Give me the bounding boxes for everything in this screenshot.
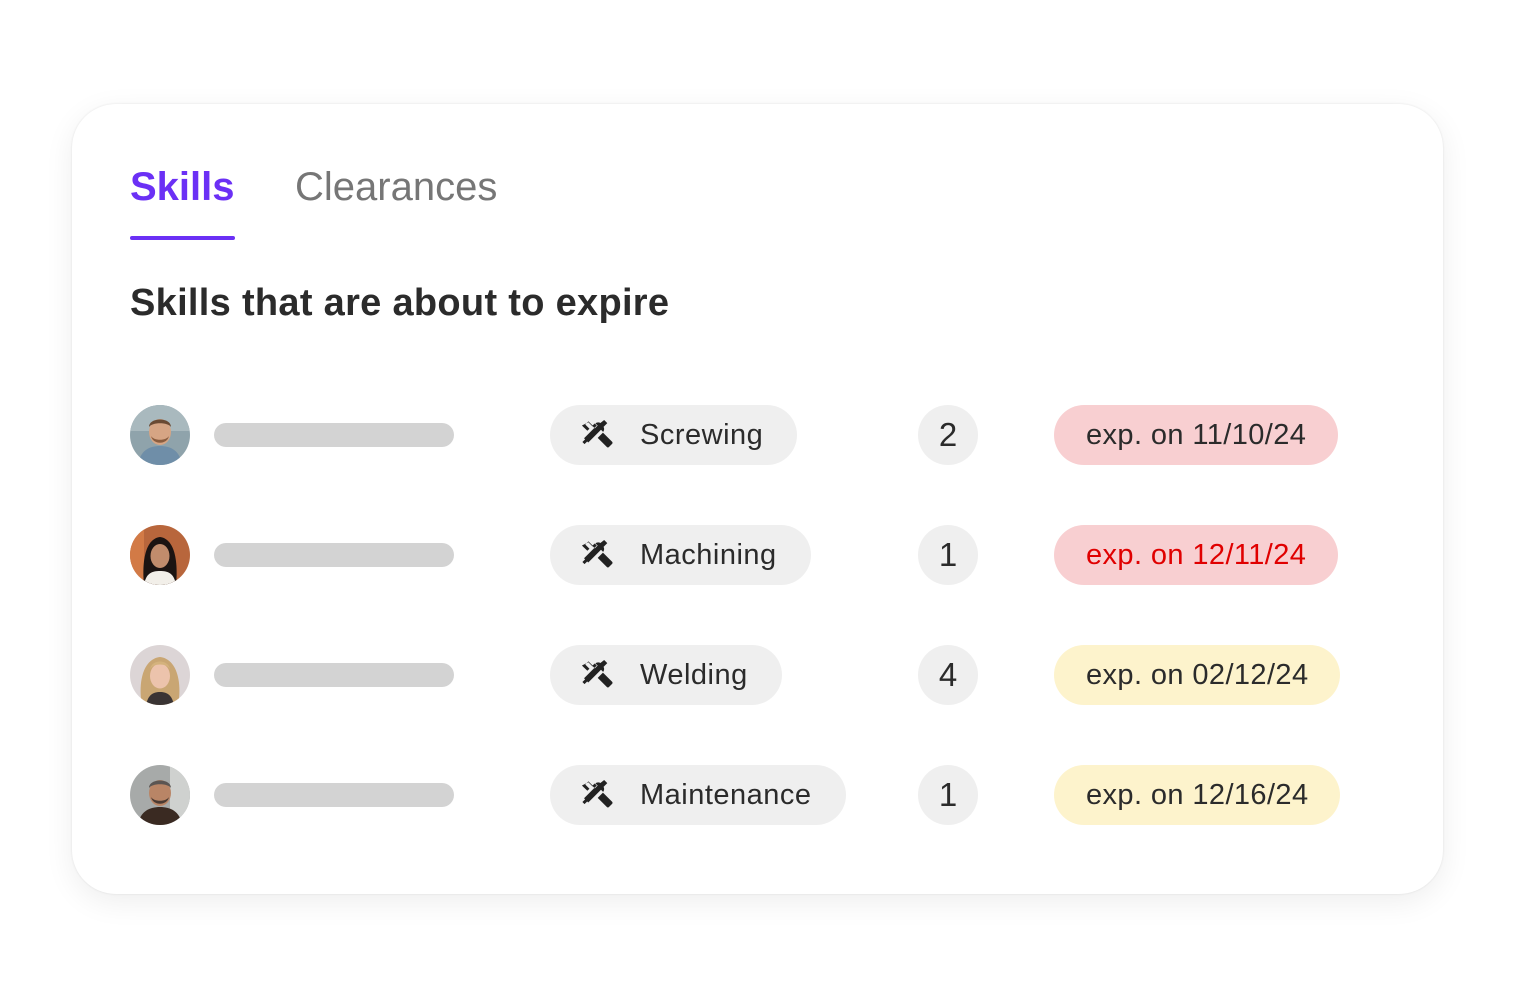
name-placeholder — [214, 663, 454, 687]
skill-chip: Maintenance — [550, 765, 846, 825]
skill-label: Welding — [640, 658, 748, 691]
skill-chip: Machining — [550, 525, 811, 585]
tools-icon — [580, 777, 616, 813]
count-badge: 1 — [918, 765, 978, 825]
count-badge: 2 — [918, 405, 978, 465]
skill-label: Maintenance — [640, 778, 812, 811]
tab-skills[interactable]: Skills — [130, 160, 235, 214]
tab-clearances[interactable]: Clearances — [295, 160, 497, 214]
avatar — [130, 765, 190, 825]
section-title: Skills that are about to expire — [130, 282, 670, 324]
skill-label: Machining — [640, 538, 777, 571]
avatar — [130, 405, 190, 465]
name-placeholder — [214, 543, 454, 567]
name-placeholder — [214, 783, 454, 807]
count-badge: 1 — [918, 525, 978, 585]
avatar — [130, 525, 190, 585]
expiry-badge: exp. on 12/16/24 — [1054, 765, 1341, 825]
list-item[interactable]: Welding 4 exp. on 02/12/24 — [130, 645, 1370, 705]
expiry-badge: exp. on 02/12/24 — [1054, 645, 1341, 705]
count-badge: 4 — [918, 645, 978, 705]
list-item[interactable]: Screwing 2 exp. on 11/10/24 — [130, 405, 1370, 465]
tools-icon — [580, 537, 616, 573]
active-tab-indicator — [130, 236, 235, 240]
list-item[interactable]: Machining 1 exp. on 12/11/24 — [130, 525, 1370, 585]
skill-label: Screwing — [640, 418, 764, 451]
skills-card: Skills Clearances Skills that are about … — [72, 104, 1443, 894]
tools-icon — [580, 657, 616, 693]
skill-chip: Welding — [550, 645, 782, 705]
skill-chip: Screwing — [550, 405, 798, 465]
list-item[interactable]: Maintenance 1 exp. on 12/16/24 — [130, 765, 1370, 825]
tools-icon — [580, 417, 616, 453]
avatar — [130, 645, 190, 705]
name-placeholder — [214, 423, 454, 447]
expiry-badge: exp. on 11/10/24 — [1054, 405, 1339, 465]
expiry-badge: exp. on 12/11/24 — [1054, 525, 1339, 585]
